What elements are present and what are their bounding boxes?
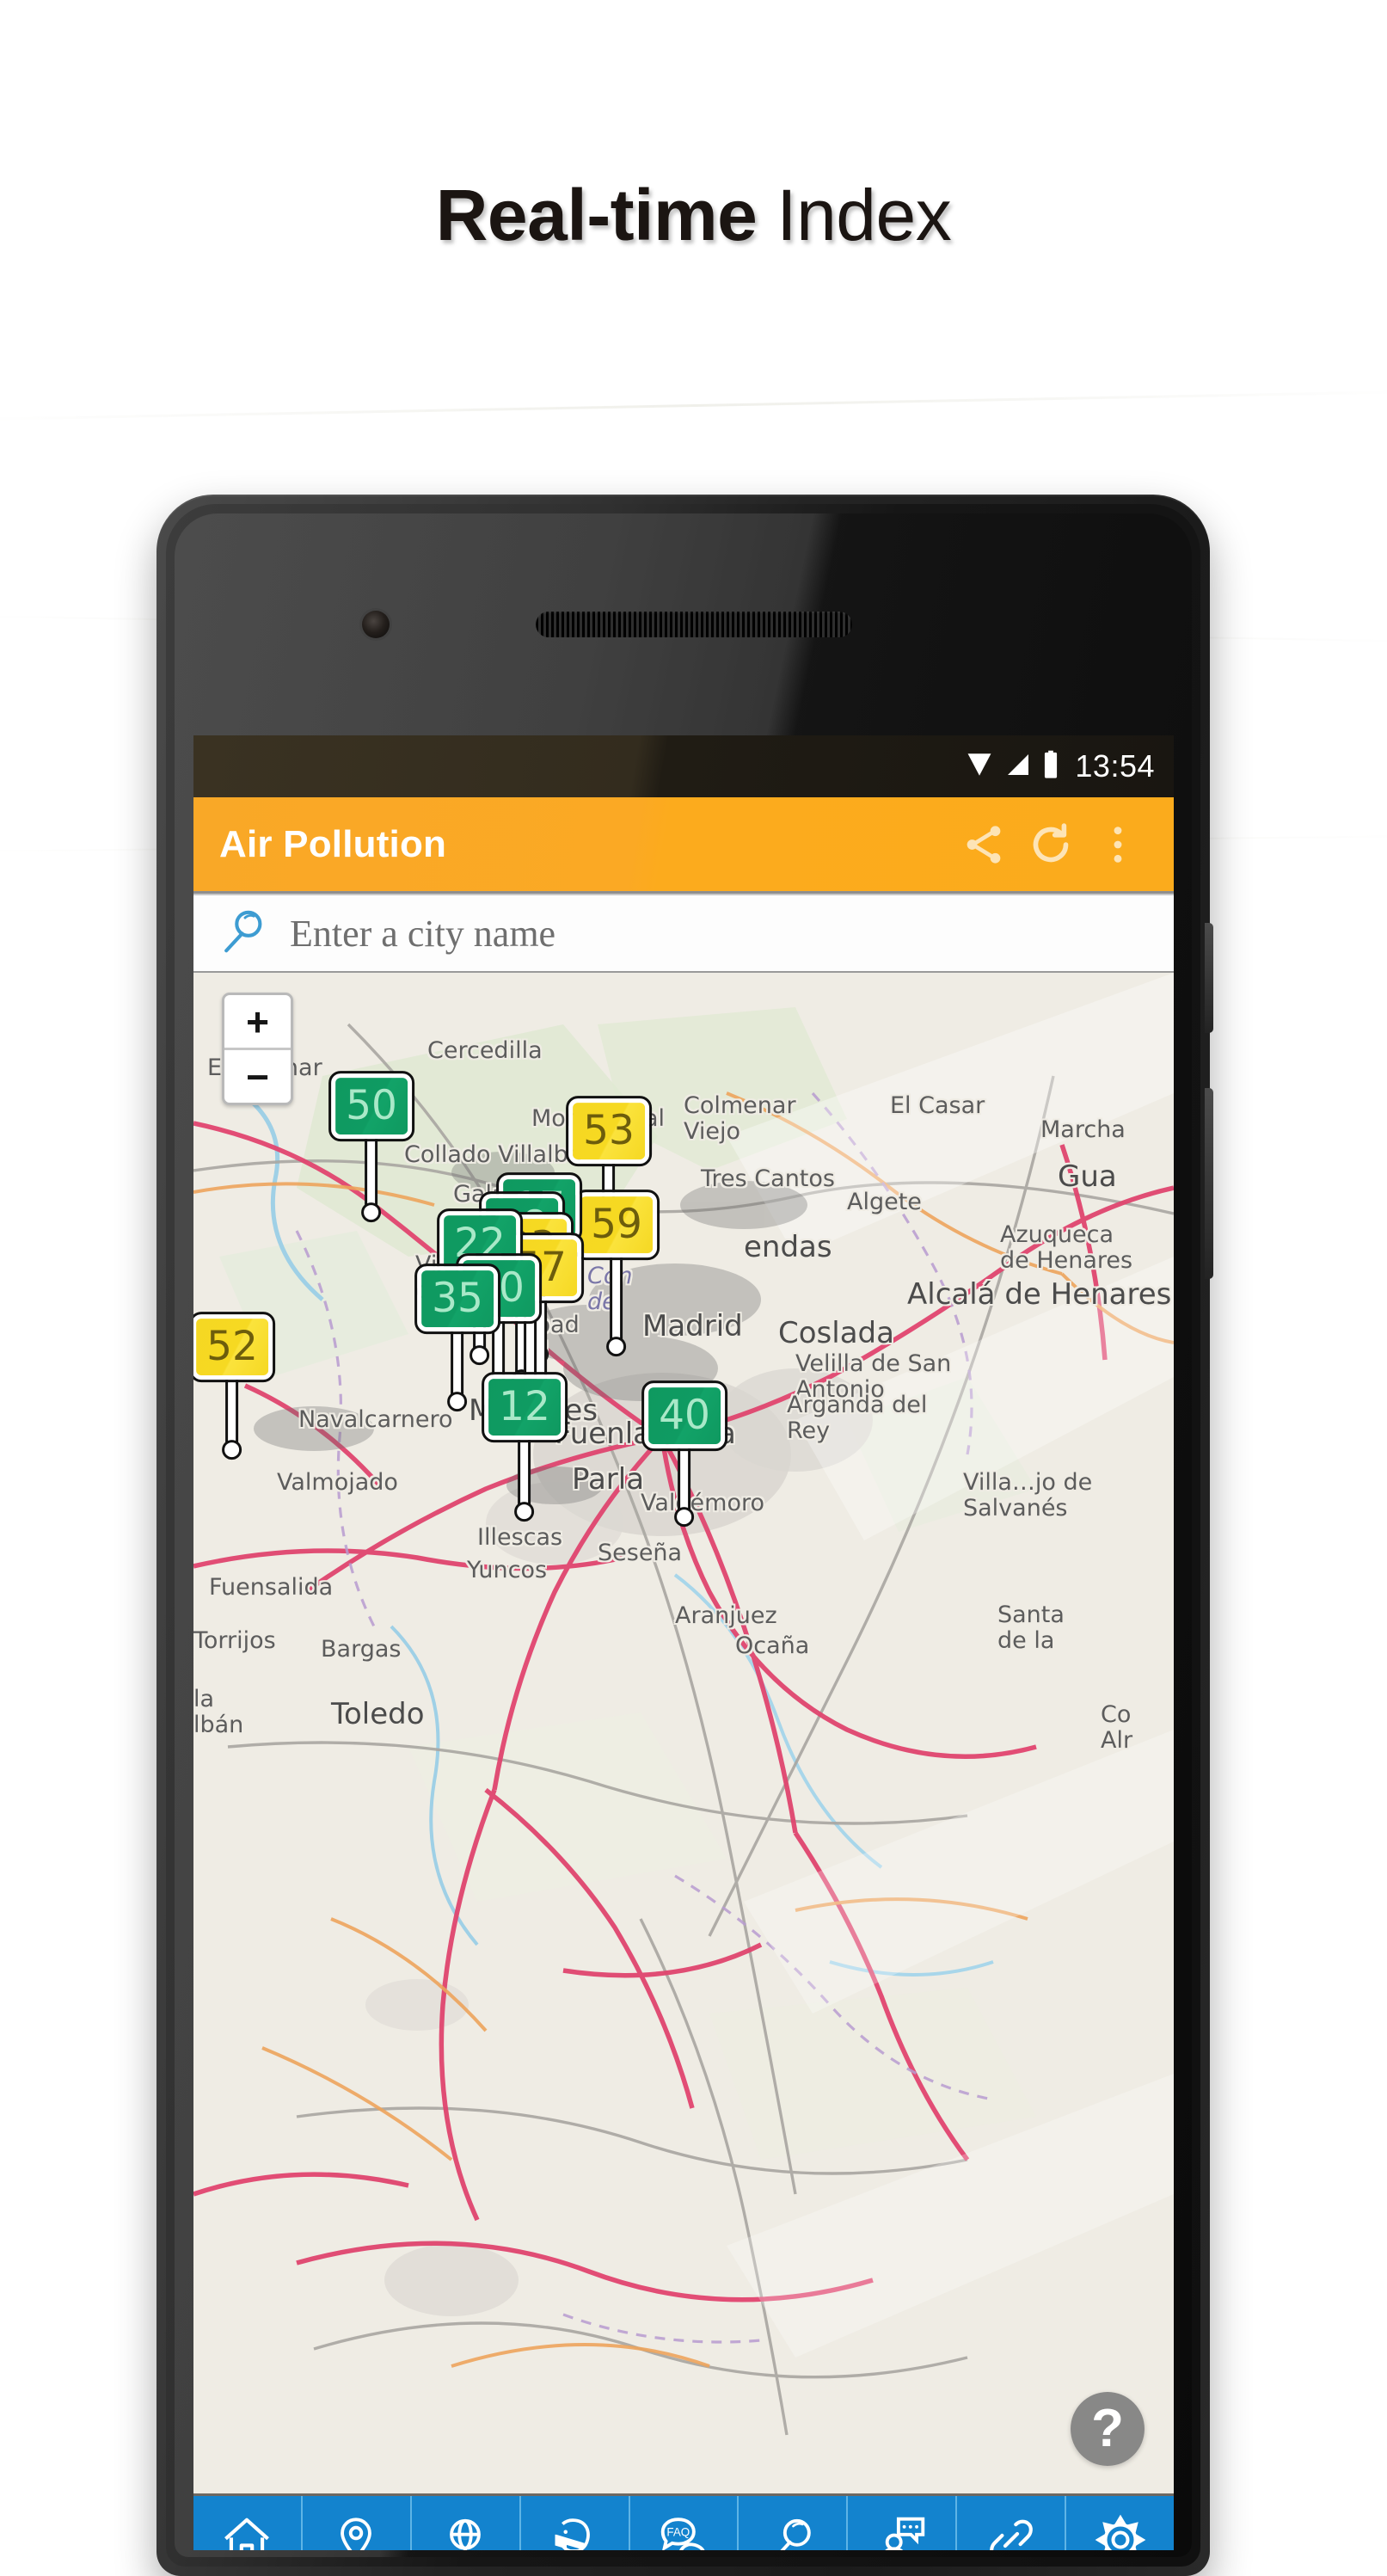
toolbar-faq[interactable]: FAQ — [630, 2496, 740, 2550]
phone-mockup: 13:54 Air Pollution Enter a city name El… — [156, 495, 1213, 2576]
bottom-toolbar[interactable]: FAQ — [193, 2493, 1174, 2550]
map-marker-anchor-dot — [447, 1392, 468, 1411]
map-marker-stem — [225, 1380, 239, 1443]
phone-screen: 13:54 Air Pollution Enter a city name El… — [193, 735, 1174, 2550]
toolbar-world[interactable] — [412, 2496, 521, 2550]
map-marker-value: 50 — [328, 1071, 414, 1141]
page-title-strong: Real-time — [435, 175, 758, 255]
share-button[interactable] — [950, 811, 1017, 878]
map-marker-value: 59 — [574, 1190, 660, 1260]
map-marker-value: 52 — [193, 1312, 275, 1382]
home-icon — [220, 2513, 273, 2550]
promo-page: Real-time Index 13:54 Air Pollution Ente… — [0, 0, 1387, 2576]
map-marker-anchor-dot — [222, 1440, 242, 1460]
refresh-button[interactable] — [1017, 811, 1084, 878]
map-marker-value: 40 — [641, 1380, 727, 1451]
front-camera-icon — [362, 611, 390, 638]
svg-text:FAQ: FAQ — [666, 2525, 690, 2538]
map-marker-stem — [610, 1257, 623, 1340]
map-zoom-controls[interactable]: + − — [222, 993, 293, 1105]
status-bar-clock: 13:54 — [1075, 748, 1155, 784]
magnifier-icon — [768, 2513, 818, 2550]
map-marker[interactable]: 40 — [641, 1380, 727, 1527]
map-marker[interactable]: 52 — [193, 1312, 275, 1460]
map-marker[interactable]: 59 — [574, 1190, 660, 1356]
toolbar-home[interactable] — [193, 2496, 303, 2550]
volume-button[interactable] — [1205, 1088, 1213, 1279]
wifi-icon — [965, 750, 994, 784]
cellular-signal-icon — [1004, 751, 1032, 783]
search-placeholder: Enter a city name — [290, 912, 556, 955]
status-bar: 13:54 — [193, 735, 1174, 797]
map-marker-stem — [518, 1440, 531, 1505]
page-title: Real-time Index — [0, 179, 1387, 251]
search-input[interactable]: Enter a city name — [193, 894, 1174, 973]
power-button[interactable] — [1205, 923, 1213, 1033]
chain-link-icon — [986, 2513, 1036, 2550]
map-marker-value: 53 — [566, 1096, 652, 1166]
map-marker[interactable]: 50 — [328, 1071, 414, 1222]
map-marker-value: 12 — [482, 1372, 568, 1442]
zoom-in-button[interactable]: + — [224, 995, 291, 1050]
help-button[interactable]: ? — [1071, 2392, 1145, 2466]
map-marker-anchor-dot — [361, 1202, 382, 1222]
toolbar-mask[interactable] — [521, 2496, 630, 2550]
map-pin-icon — [331, 2513, 381, 2550]
globe-icon — [440, 2513, 490, 2550]
map-marker[interactable]: 12 — [482, 1372, 568, 1522]
toolbar-location[interactable] — [303, 2496, 412, 2550]
overflow-menu-button[interactable] — [1084, 811, 1151, 878]
faq-speech-bubble-icon: FAQ — [656, 2513, 711, 2550]
app-bar: Air Pollution — [193, 797, 1174, 894]
user-message-icon — [875, 2513, 929, 2550]
map-marker-stem — [678, 1448, 691, 1510]
background-streak — [0, 390, 1387, 421]
gear-icon — [1095, 2513, 1146, 2550]
map-marker-anchor-dot — [514, 1502, 535, 1522]
map-marker-stem — [365, 1139, 378, 1206]
toolbar-settings[interactable] — [1066, 2496, 1174, 2550]
battery-icon — [1042, 750, 1059, 784]
app-title: Air Pollution — [219, 822, 447, 865]
map-marker-anchor-dot — [606, 1337, 627, 1356]
map-marker-anchor-dot — [674, 1507, 695, 1527]
face-mask-icon — [549, 2513, 600, 2550]
toolbar-link[interactable] — [957, 2496, 1067, 2550]
map-marker-value: 35 — [414, 1263, 500, 1334]
zoom-out-button[interactable]: − — [224, 1050, 291, 1103]
speaker-grille-icon — [536, 612, 852, 637]
search-icon — [219, 907, 269, 961]
page-title-light: Index — [757, 175, 952, 255]
map-view[interactable]: El EspinarCercedillaCollado VillalbaMora… — [193, 973, 1174, 2493]
toolbar-search[interactable] — [739, 2496, 849, 2550]
toolbar-contact[interactable] — [848, 2496, 958, 2550]
map-marker-stem — [451, 1331, 464, 1395]
